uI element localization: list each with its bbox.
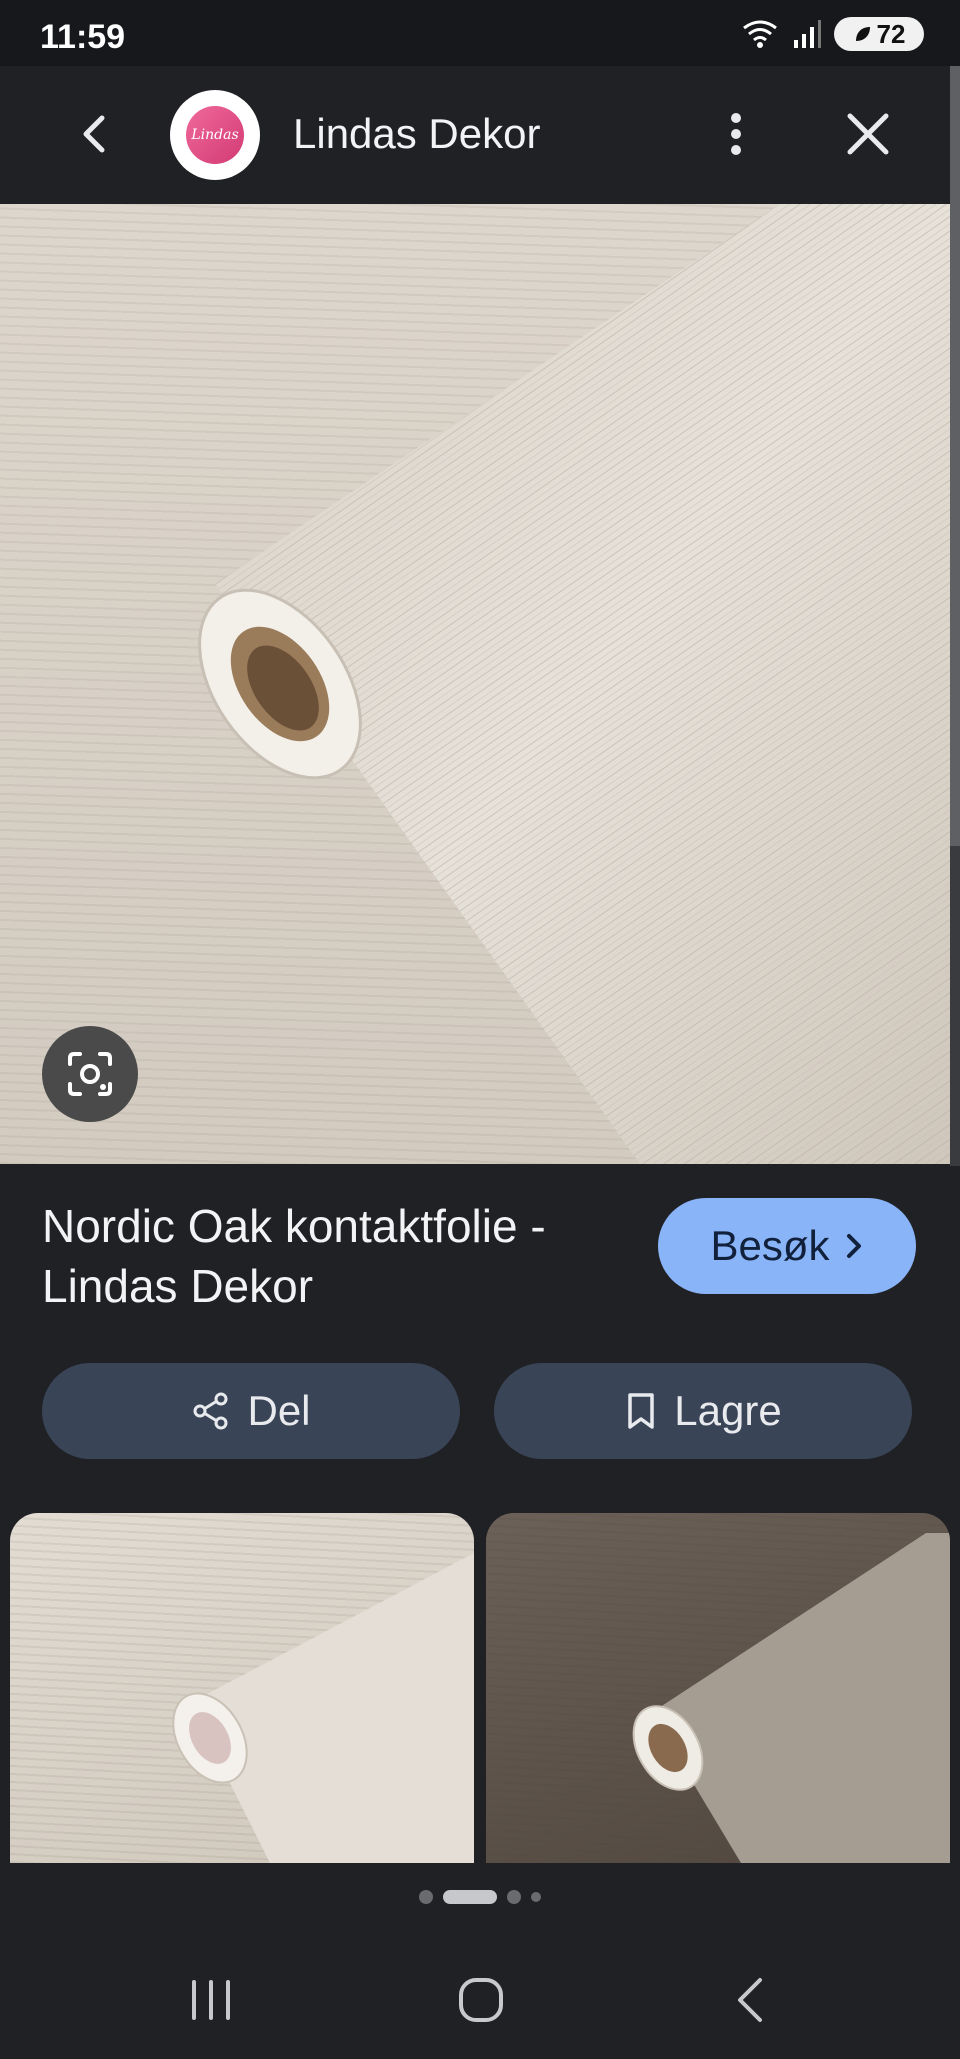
related-roll-illustration — [632, 1533, 950, 1863]
visit-button[interactable]: Besøk — [658, 1198, 916, 1294]
back-icon — [738, 1978, 762, 2022]
back-button[interactable] — [66, 104, 126, 164]
visit-button-label: Besøk — [710, 1222, 830, 1269]
share-button[interactable]: Del — [42, 1363, 460, 1459]
pager-dot[interactable] — [419, 1890, 433, 1904]
result-title[interactable]: Nordic Oak kontaktfolie - Lindas Dekor — [42, 1196, 602, 1316]
home-button[interactable] — [446, 1970, 516, 2030]
product-roll-illustration — [198, 204, 950, 1164]
viewer-header: Lindas Lindas Dekor — [0, 66, 960, 204]
system-back-button[interactable] — [716, 1970, 786, 2030]
close-button[interactable] — [838, 104, 898, 164]
wifi-icon — [743, 20, 777, 48]
related-image-thumbnail[interactable] — [486, 1513, 950, 1863]
scrollbar-thumb[interactable] — [950, 66, 960, 846]
status-icons: 72 — [740, 16, 924, 52]
related-image-thumbnail[interactable] — [10, 1513, 474, 1863]
save-button[interactable]: Lagre — [494, 1363, 912, 1459]
site-logo: Lindas — [186, 106, 244, 164]
save-button-label: Lagre — [674, 1387, 782, 1434]
signal-icon — [794, 20, 821, 48]
site-avatar[interactable]: Lindas — [170, 90, 260, 180]
related-roll-illustration — [172, 1553, 474, 1863]
image-pager — [0, 1887, 960, 1907]
recents-icon — [192, 1980, 230, 2020]
system-navigation-bar — [0, 1940, 960, 2059]
lens-search-button[interactable] — [42, 1026, 138, 1122]
lens-icon — [68, 1052, 112, 1096]
share-button-label: Del — [247, 1387, 311, 1434]
pager-dot-active[interactable] — [443, 1890, 497, 1904]
more-vert-icon — [731, 113, 741, 155]
pager-dot[interactable] — [507, 1890, 521, 1904]
status-time: 11:59 — [40, 18, 126, 56]
close-icon — [847, 113, 889, 155]
share-icon — [193, 1392, 228, 1430]
battery-saver-icon — [855, 27, 870, 41]
chevron-left-icon — [83, 115, 105, 153]
chevron-right-icon — [846, 1234, 861, 1258]
home-icon — [459, 1978, 503, 2022]
status-bar: 11:59 72 — [0, 0, 960, 66]
recents-button[interactable] — [176, 1970, 246, 2030]
pager-dot[interactable] — [531, 1892, 541, 1902]
main-product-image[interactable] — [0, 204, 950, 1164]
battery-level: 72 — [876, 18, 906, 49]
more-options-button[interactable] — [716, 104, 756, 164]
site-name[interactable]: Lindas Dekor — [293, 110, 540, 158]
bookmark-icon — [628, 1393, 655, 1429]
battery-indicator: 72 — [834, 17, 924, 51]
